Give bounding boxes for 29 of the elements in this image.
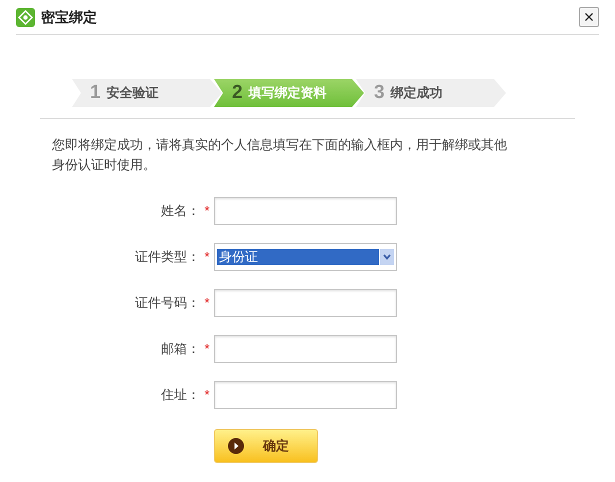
required-mark: * <box>203 340 211 358</box>
field-label: 邮箱： <box>160 340 200 358</box>
chevron-down-icon <box>380 249 394 265</box>
close-button[interactable]: × <box>579 7 599 27</box>
step-label: 填写绑定资料 <box>248 84 327 102</box>
step-number: 2 <box>232 80 243 105</box>
step-number: 3 <box>374 80 385 105</box>
step-number: 1 <box>90 80 101 105</box>
field-label: 住址： <box>160 386 200 404</box>
required-mark: * <box>203 248 211 266</box>
confirm-button[interactable]: 确定 <box>214 429 318 463</box>
play-icon <box>227 437 245 455</box>
field-label: 姓名： <box>160 202 200 220</box>
field-label: 证件号码： <box>134 294 200 312</box>
required-mark: * <box>203 386 211 404</box>
window-title: 密宝绑定 <box>41 8 97 26</box>
step-label: 安全验证 <box>106 84 159 102</box>
select-field[interactable]: 身份证 <box>214 243 397 271</box>
required-mark: * <box>203 202 211 220</box>
input-field[interactable] <box>214 197 397 225</box>
logo-icon <box>16 8 35 26</box>
intro-text: 您即将绑定成功，请将真实的个人信息填写在下面的输入框内，用于解绑或其他身份认证时使用。 <box>52 136 508 174</box>
input-field[interactable] <box>214 289 397 317</box>
field-label: 证件类型： <box>134 248 200 266</box>
required-mark: * <box>203 294 211 312</box>
input-field[interactable] <box>214 381 397 409</box>
select-value: 身份证 <box>217 249 379 265</box>
step-label: 绑定成功 <box>390 84 443 102</box>
input-field[interactable] <box>214 335 397 363</box>
